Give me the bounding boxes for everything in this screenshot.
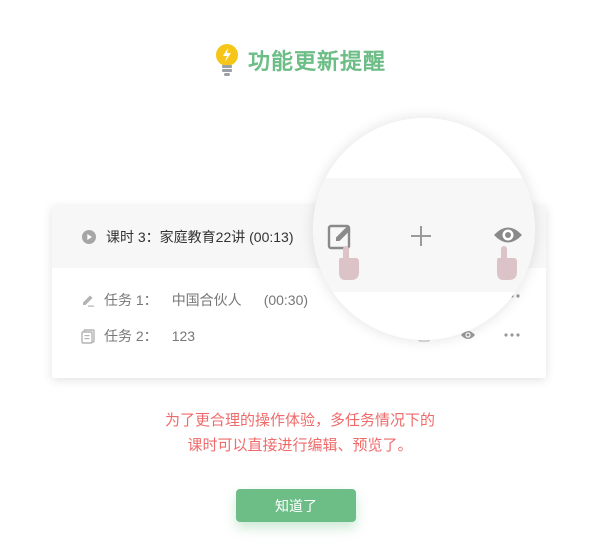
modal-header: 功能更新提醒 [0, 40, 600, 80]
description-line: 课时可以直接进行编辑、预览了。 [187, 437, 413, 454]
task-row: 任务 1： 中国合伙人 (00:30) [80, 290, 308, 310]
magnifier-highlight [313, 118, 535, 340]
task-label: 任务 1： [104, 292, 158, 308]
plus-icon [411, 226, 431, 246]
pointing-hand-icon [339, 246, 359, 280]
description-line: 为了更合理的操作体验，多任务情况下的 [164, 412, 435, 429]
task-label: 任务 2： [104, 328, 158, 344]
more-icon[interactable] [504, 333, 520, 337]
lightbulb-icon [215, 44, 238, 76]
edit-icon [83, 295, 94, 307]
document-icon [81, 329, 95, 344]
task-row: 任务 2： 123 [80, 326, 195, 346]
task-duration: (00:30) [263, 292, 309, 308]
eye-icon [494, 227, 522, 243]
update-description: 为了更合理的操作体验，多任务情况下的 课时可以直接进行编辑、预览了。 [0, 408, 600, 458]
play-icon [82, 230, 96, 244]
task-name: 123 [171, 328, 196, 344]
pointing-hand-icon [497, 246, 517, 280]
task-name: 中国合伙人 [171, 292, 242, 308]
got-it-button[interactable]: 知道了 [236, 489, 356, 522]
lesson-label: 课时 3：家庭教育22讲 (00:13) [106, 229, 294, 245]
modal-title: 功能更新提醒 [247, 49, 386, 74]
